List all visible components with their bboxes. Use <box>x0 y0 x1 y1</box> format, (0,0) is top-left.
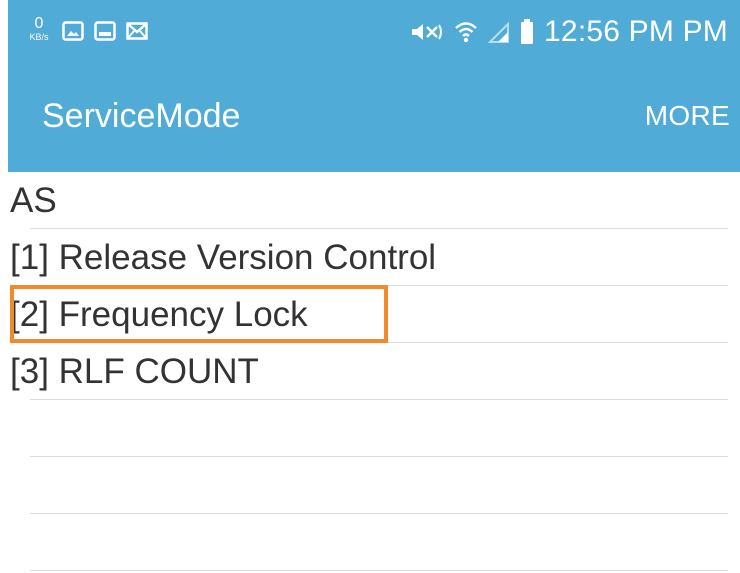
list-item-label: [1] Release Version Control <box>10 238 437 277</box>
divider <box>30 570 728 571</box>
more-button[interactable]: MORE <box>645 98 730 134</box>
battery-icon <box>520 19 534 45</box>
status-bar: 0 KB/s 12:56 PM PM <box>8 0 740 66</box>
list-item-rlf-count[interactable]: [3] RLF COUNT <box>8 343 740 400</box>
status-bar-right: 12:56 PM PM <box>410 14 728 50</box>
screen-icon <box>94 21 116 41</box>
network-speed-value: 0 <box>34 15 44 32</box>
signal-icon <box>488 20 510 44</box>
list-item-label: [2] Frequency Lock <box>10 295 308 334</box>
app-bar: ServiceMode MORE <box>8 66 740 172</box>
service-mode-screen: 0 KB/s 12:56 PM PM ServiceMode MORE AS [… <box>0 0 740 573</box>
list-item-frequency-lock[interactable]: [2] Frequency Lock <box>8 286 740 343</box>
mail-icon <box>126 22 148 40</box>
network-speed-unit: KB/s <box>29 32 49 42</box>
list-item-release-version-control[interactable]: [1] Release Version Control <box>8 229 740 286</box>
list-item-as[interactable]: AS <box>8 172 740 229</box>
service-menu-list: AS [1] Release Version Control [2] Frequ… <box>8 172 740 571</box>
list-item-label: AS <box>10 181 57 220</box>
list-item-empty[interactable] <box>8 514 740 571</box>
mute-icon <box>410 20 444 44</box>
list-item-label: [3] RLF COUNT <box>10 352 259 391</box>
list-item-empty[interactable] <box>8 457 740 514</box>
wifi-icon <box>454 20 478 44</box>
network-speed-indicator: 0 KB/s <box>26 14 52 48</box>
image-icon <box>62 21 84 41</box>
list-item-empty[interactable] <box>8 400 740 457</box>
status-time: 12:56 PM PM <box>544 15 728 48</box>
status-bar-left: 0 KB/s <box>26 14 148 48</box>
app-title: ServiceMode <box>42 97 241 135</box>
